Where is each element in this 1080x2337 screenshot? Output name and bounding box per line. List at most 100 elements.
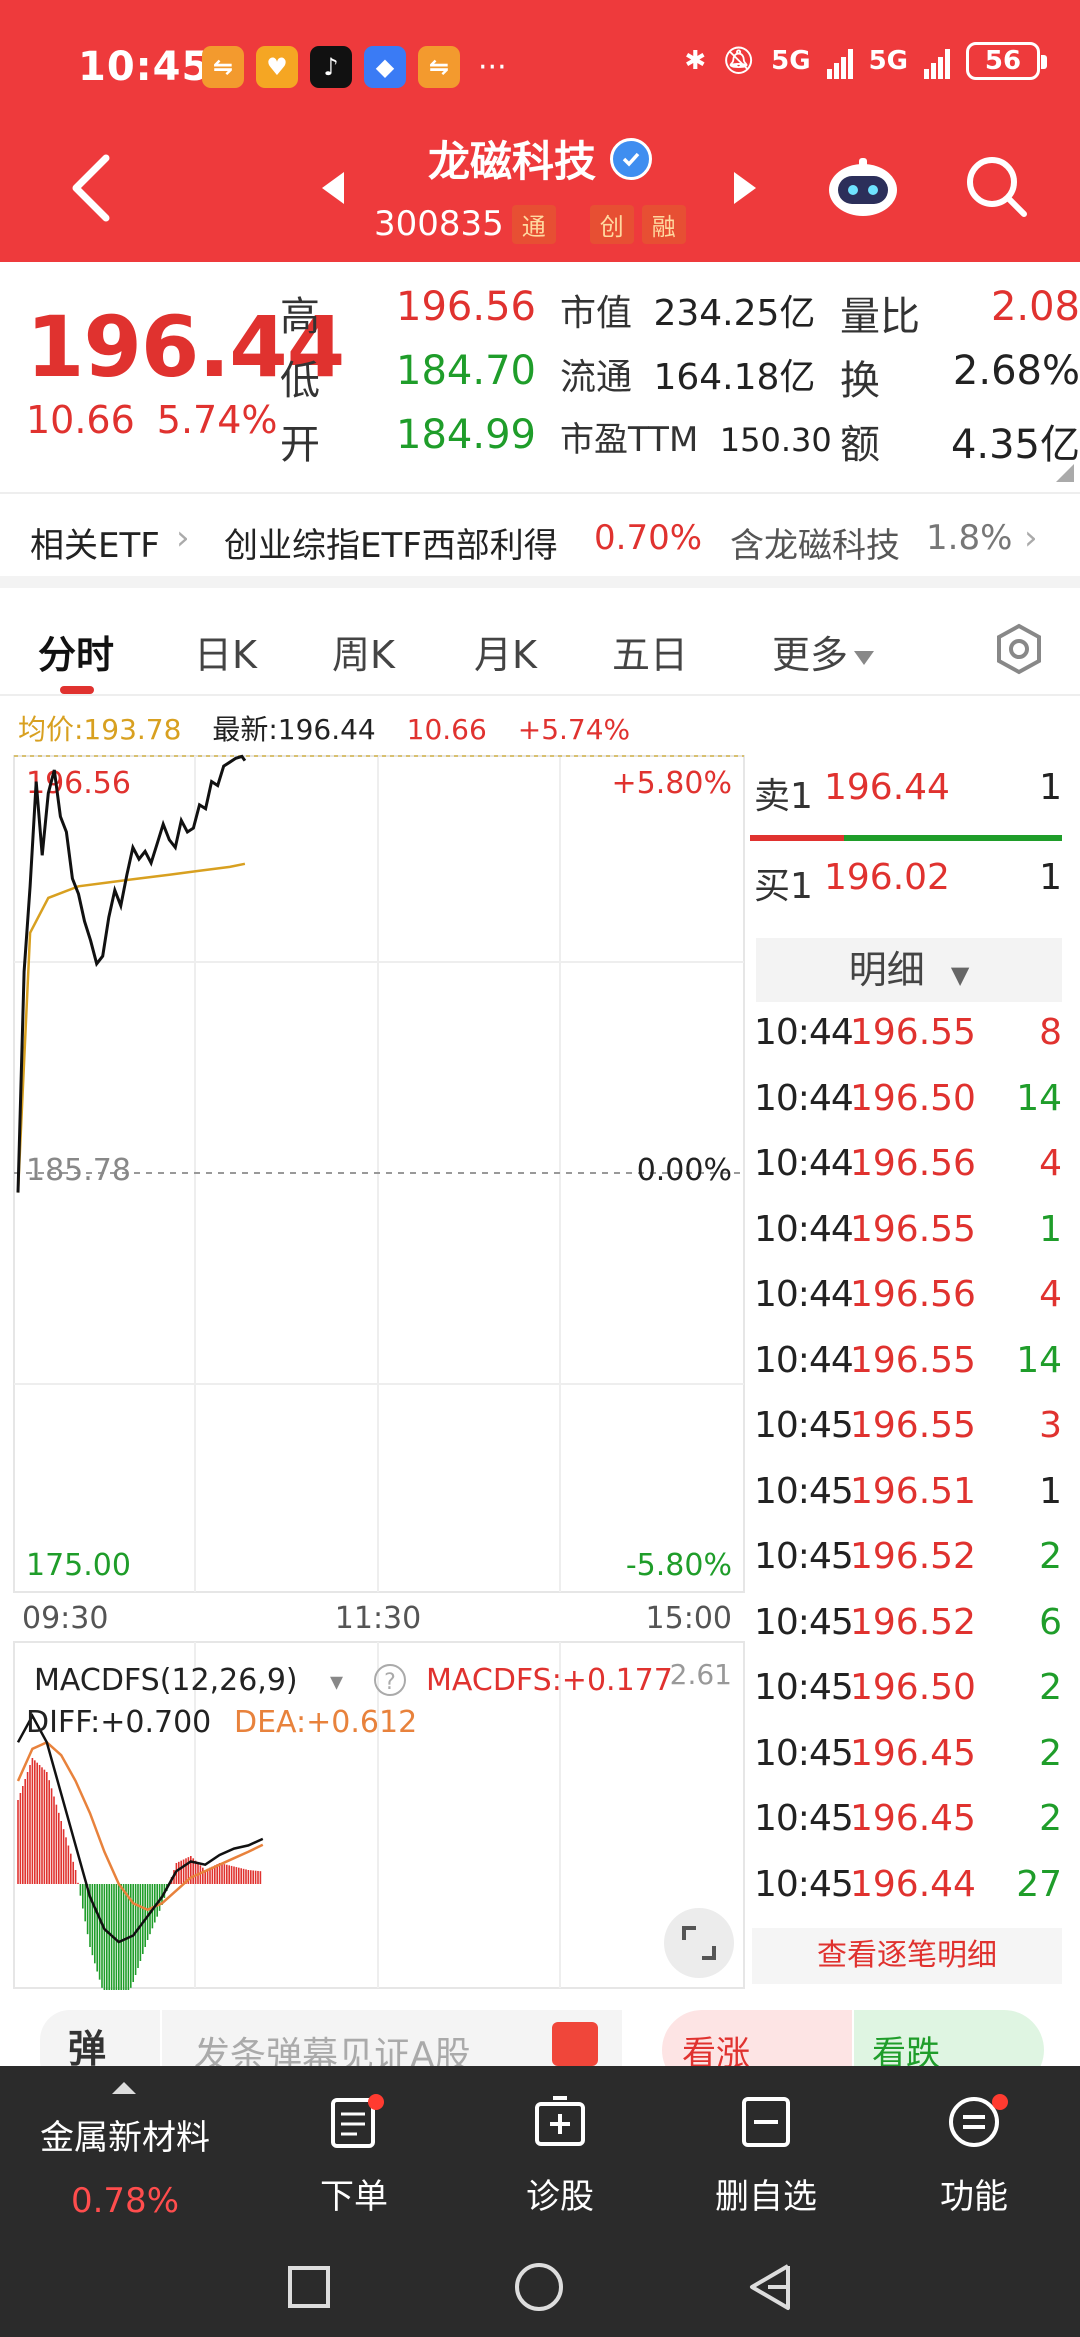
change-pct: 5.74%	[156, 398, 278, 442]
gift-icon[interactable]	[552, 2022, 598, 2066]
bid-price: 196.02	[824, 857, 950, 898]
tab-five-day[interactable]: 五日	[612, 624, 688, 679]
tab-weekly-k[interactable]: 周K	[332, 624, 395, 679]
etf-label: 相关ETF	[30, 526, 160, 566]
vote-up-button[interactable]: 看涨 50%	[662, 2010, 852, 2066]
view-all-ticks-button[interactable]: 查看逐笔明细	[752, 1928, 1062, 1984]
tag-rong: 融	[641, 204, 686, 244]
status-time: 10:45	[78, 44, 211, 90]
float-row: 流通 164.18亿	[560, 357, 816, 398]
tick-row: 10:45 196.52 2	[754, 1536, 1062, 1582]
price-change: 10.66 5.74%	[26, 398, 278, 442]
etf-holding-label: 含龙磁科技	[730, 526, 900, 566]
tick-time: 10:45	[754, 1536, 854, 1577]
ai-robot-icon[interactable]	[826, 156, 900, 218]
pe-value: 150.30	[719, 421, 832, 459]
related-etf-bar[interactable]: 相关ETF › 创业综指ETF西部利得 0.70% 含龙磁科技 1.8% ›	[0, 496, 1080, 588]
fullscreen-button[interactable]	[664, 1908, 734, 1978]
tick-price: 196.45	[850, 1732, 976, 1774]
home-button[interactable]	[515, 2263, 563, 2311]
tick-price: 196.55	[850, 1339, 976, 1381]
ask-price: 196.44	[824, 767, 950, 808]
bluetooth-icon: ✱	[684, 46, 707, 76]
nav-remove-watchlist[interactable]: 删自选	[696, 2094, 836, 2218]
tick-price: 196.56	[850, 1143, 976, 1184]
high-row: 高 196.56	[280, 284, 536, 340]
tab-more[interactable]: 更多	[772, 624, 875, 679]
app-notification-icon: ⇋	[418, 46, 460, 88]
tick-row: 10:45 196.45 2	[754, 1733, 1062, 1779]
tick-volume: 2	[1039, 1667, 1062, 1708]
expand-icon	[682, 1926, 716, 1960]
tab-daily-k[interactable]: 日K	[194, 624, 257, 679]
tab-monthly-k[interactable]: 月K	[474, 624, 537, 679]
tick-volume: 8	[1039, 1012, 1062, 1053]
sector-pct: 0.78%	[70, 2181, 179, 2221]
system-nav	[288, 2263, 790, 2311]
chart-tabs: 分时 日K 周K 月K 五日 更多	[0, 600, 1080, 696]
tick-price: 196.50	[850, 1667, 976, 1708]
nav-diagnose[interactable]: 诊股	[490, 2094, 630, 2218]
turnover-row: 换 2.68%	[840, 348, 1080, 404]
tick-time: 10:44	[754, 1208, 854, 1250]
detail-dropdown[interactable]: 明细 ▼	[756, 938, 1062, 1002]
diagnose-icon	[535, 2096, 585, 2146]
recent-apps-button[interactable]	[288, 2266, 330, 2308]
time-label-noon: 11:30	[335, 1601, 421, 1636]
open-value: 184.99	[396, 412, 536, 458]
open-row: 开 184.99	[280, 412, 536, 468]
tag-chuang: 创	[589, 204, 634, 244]
signal-bars-icon	[924, 43, 950, 79]
macd-plot	[16, 1713, 264, 1990]
stock-title: 龙磁科技	[0, 128, 1080, 189]
chevron-down-icon: ▾	[330, 1667, 343, 1697]
tick-volume: 1	[1039, 1470, 1062, 1512]
vol-ratio-row: 量比 2.08	[840, 284, 1080, 340]
y-label-bottom: 175.00	[26, 1548, 131, 1583]
help-icon-glyph: ?	[384, 1670, 396, 1695]
vote-down-button[interactable]: 看跌 50%	[854, 2010, 1044, 2066]
tick-time: 10:45	[754, 1405, 854, 1446]
sector-name: 金属新材料	[40, 2118, 210, 2158]
tick-volume: 1	[1039, 1208, 1062, 1250]
high-value: 196.56	[396, 284, 536, 330]
pct-label-mid: 0.00%	[637, 1153, 732, 1188]
change-value: 10.66	[26, 398, 135, 442]
nav-functions[interactable]: 功能	[904, 2094, 1044, 2218]
nav-order[interactable]: 下单	[284, 2094, 424, 2218]
chevron-down-icon: ▼	[950, 961, 970, 989]
tick-price: 196.51	[850, 1470, 976, 1512]
tick-volume: 4	[1039, 1274, 1062, 1315]
tick-volume: 2	[1039, 1536, 1062, 1577]
tick-price: 196.45	[850, 1798, 976, 1839]
tick-price: 196.52	[850, 1536, 976, 1577]
etf-holding-pct: 1.8%	[926, 518, 1013, 558]
heart-app-icon: ♥	[256, 46, 298, 88]
avg-price-line	[16, 862, 246, 1193]
expand-corner-icon[interactable]	[1056, 464, 1074, 482]
stock-name: 龙磁科技	[428, 128, 652, 189]
quote-summary: 196.44 10.66 5.74% 高 196.56 低 184.70 开 1…	[0, 262, 1080, 494]
tick-price: 196.50	[850, 1077, 976, 1119]
tick-time: 10:45	[754, 1470, 854, 1512]
tick-time: 10:44	[754, 1077, 854, 1119]
tick-volume: 2	[1039, 1798, 1062, 1839]
intraday-chart[interactable]: 196.56 185.78 175.00 +5.80% 0.00% -5.80%…	[0, 740, 748, 1990]
latest-price-line	[16, 754, 247, 1193]
bid-volume: 1	[1039, 857, 1062, 898]
etf-pct: 0.70%	[594, 518, 703, 558]
time-label-open: 09:30	[22, 1601, 108, 1636]
tick-time: 10:44	[754, 1012, 854, 1053]
danmu-bar: 弹 发条弹幕见证A股 看涨 50% 看跌 50%	[0, 2010, 1080, 2066]
gear-icon[interactable]	[992, 622, 1046, 676]
tab-intraday[interactable]: 分时	[38, 624, 114, 679]
sector-button[interactable]: 金属新材料 0.78%	[36, 2110, 214, 2221]
tick-price: 196.55	[850, 1405, 976, 1446]
danmu-toggle-button[interactable]: 弹	[40, 2010, 160, 2066]
tick-row: 10:44 196.56 4	[754, 1143, 1062, 1189]
tick-time: 10:44	[754, 1143, 854, 1184]
tick-price: 196.55	[850, 1208, 976, 1250]
tick-price: 196.56	[850, 1274, 976, 1315]
low-value: 184.70	[396, 348, 536, 394]
search-icon[interactable]	[960, 150, 1032, 222]
